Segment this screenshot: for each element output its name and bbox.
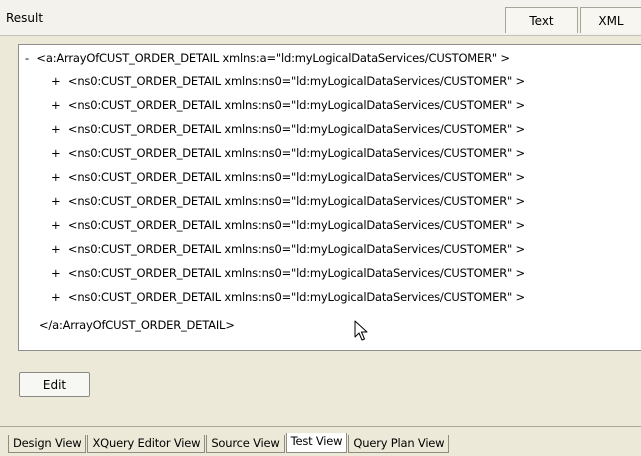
tree-child-node[interactable]: + <ns0:CUST_ORDER_DETAIL xmlns:ns0="ld:m… [51,168,525,186]
expand-toggle[interactable]: + [51,218,61,232]
view-tabs: Design View XQuery Editor View Source Vi… [8,433,450,453]
tree-child-node[interactable]: + <ns0:CUST_ORDER_DETAIL xmlns:ns0="ld:m… [51,144,525,162]
result-title: Result [6,11,44,25]
tree-child-node[interactable]: + <ns0:CUST_ORDER_DETAIL xmlns:ns0="ld:m… [51,264,525,282]
expand-toggle[interactable]: + [51,122,61,136]
tree-child-node[interactable]: + <ns0:CUST_ORDER_DETAIL xmlns:ns0="ld:m… [51,288,525,306]
tab-query-plan-view[interactable]: Query Plan View [348,435,450,453]
expand-toggle[interactable]: + [51,98,61,112]
expand-toggle[interactable]: + [51,290,61,304]
result-header: Result Text XML [0,0,641,36]
tree-node-label: <ns0:CUST_ORDER_DETAIL xmlns:ns0="ld:myL… [67,146,525,160]
tree-child-node[interactable]: + <ns0:CUST_ORDER_DETAIL xmlns:ns0="ld:m… [51,192,525,210]
collapse-toggle[interactable]: - [25,51,29,65]
tree-node-label: <ns0:CUST_ORDER_DETAIL xmlns:ns0="ld:myL… [67,98,525,112]
tree-node-label: <ns0:CUST_ORDER_DETAIL xmlns:ns0="ld:myL… [67,266,525,280]
tree-node-label: <ns0:CUST_ORDER_DETAIL xmlns:ns0="ld:myL… [67,218,525,232]
edit-button[interactable]: Edit [19,372,90,397]
tree-node-label: <ns0:CUST_ORDER_DETAIL xmlns:ns0="ld:myL… [67,122,525,136]
tree-closing-tag: </a:ArrayOfCUST_ORDER_DETAIL> [39,318,235,332]
tree-node-label: <a:ArrayOfCUST_ORDER_DETAIL xmlns:a="ld:… [36,51,510,65]
expand-toggle[interactable]: + [51,170,61,184]
tree-node-label: <ns0:CUST_ORDER_DETAIL xmlns:ns0="ld:myL… [67,170,525,184]
expand-toggle[interactable]: + [51,194,61,208]
tree-node-label: <ns0:CUST_ORDER_DETAIL xmlns:ns0="ld:myL… [67,242,525,256]
expand-toggle[interactable]: + [51,242,61,256]
tree-child-node[interactable]: + <ns0:CUST_ORDER_DETAIL xmlns:ns0="ld:m… [51,120,525,138]
text-view-button[interactable]: Text [505,7,578,33]
tree-child-node[interactable]: + <ns0:CUST_ORDER_DETAIL xmlns:ns0="ld:m… [51,96,525,114]
tree-child-node[interactable]: + <ns0:CUST_ORDER_DETAIL xmlns:ns0="ld:m… [51,240,525,258]
tab-design-view[interactable]: Design View [8,435,87,453]
xml-view-button[interactable]: XML [580,7,641,33]
expand-toggle[interactable]: + [51,266,61,280]
tree-root-node[interactable]: - <a:ArrayOfCUST_ORDER_DETAIL xmlns:a="l… [25,49,510,67]
expand-toggle[interactable]: + [51,146,61,160]
expand-toggle[interactable]: + [51,74,61,88]
panel-divider [0,426,641,427]
mouse-pointer-icon [354,320,368,341]
tree-node-label: <ns0:CUST_ORDER_DETAIL xmlns:ns0="ld:myL… [67,194,525,208]
tab-test-view[interactable]: Test View [285,433,348,453]
tree-node-label: <ns0:CUST_ORDER_DETAIL xmlns:ns0="ld:myL… [67,74,525,88]
tab-source-view[interactable]: Source View [206,435,285,453]
result-tree-panel[interactable]: - <a:ArrayOfCUST_ORDER_DETAIL xmlns:a="l… [18,44,641,351]
tree-child-node[interactable]: + <ns0:CUST_ORDER_DETAIL xmlns:ns0="ld:m… [51,216,525,234]
tree-child-node[interactable]: + <ns0:CUST_ORDER_DETAIL xmlns:ns0="ld:m… [51,72,525,90]
tree-node-label: <ns0:CUST_ORDER_DETAIL xmlns:ns0="ld:myL… [67,290,525,304]
tab-xquery-editor-view[interactable]: XQuery Editor View [87,435,206,453]
